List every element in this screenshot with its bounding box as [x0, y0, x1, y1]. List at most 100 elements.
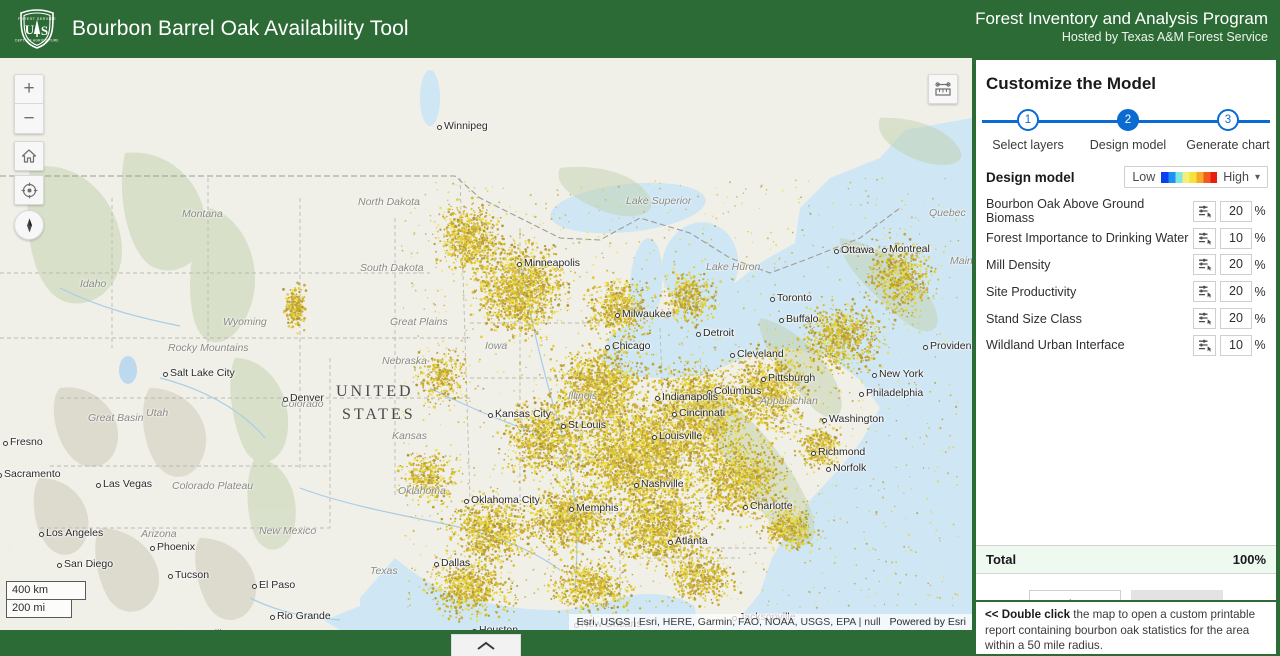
parameter-row: Stand Size Class20% — [986, 305, 1268, 332]
locate-button[interactable] — [14, 175, 44, 205]
map-city-label: Milwaukee — [622, 308, 672, 320]
total-label: Total — [986, 552, 1016, 567]
sliders-icon — [1198, 285, 1212, 298]
color-ramp-select[interactable]: Low High ▾ — [1124, 166, 1268, 188]
parameter-slider-button[interactable] — [1193, 201, 1216, 222]
measure-button[interactable] — [928, 74, 958, 104]
map-city-label: Memphis — [576, 502, 619, 514]
map-city-label: Dallas — [441, 557, 470, 569]
step-3-label: Generate chart — [1180, 138, 1276, 152]
parameter-slider-button[interactable] — [1193, 281, 1216, 302]
map-city-marker — [770, 297, 775, 302]
customize-model-panel: Customize the Model 1 Select layers 2 De… — [972, 58, 1280, 630]
map-region-label: Rocky Mountains — [168, 342, 249, 354]
map-city-marker — [826, 467, 831, 472]
parameter-value-input[interactable]: 20 — [1220, 254, 1252, 275]
map-city-label: Philadelphia — [866, 387, 923, 399]
map-region-label: Kansas — [392, 430, 427, 442]
map-city-marker — [779, 318, 784, 323]
map-city-label: Columbus — [714, 385, 761, 397]
map-city-marker — [150, 546, 155, 551]
step-3-dot[interactable]: 3 — [1217, 109, 1239, 131]
program-host: Hosted by Texas A&M Forest Service — [975, 29, 1268, 46]
usfs-shield-logo: FOREST SERVICE U S DEPT. OF AGRICULTURE — [14, 6, 60, 52]
map-city-marker — [57, 563, 62, 568]
map-city-marker — [672, 412, 677, 417]
step-generate-chart[interactable]: 3 Generate chart — [1180, 104, 1276, 152]
map-city-label: Tucson — [175, 569, 209, 581]
parameter-slider-button[interactable] — [1193, 335, 1216, 356]
design-model-label: Design model — [986, 170, 1075, 185]
compass-icon — [21, 217, 38, 234]
sliders-icon — [1198, 312, 1212, 325]
parameter-value-input[interactable]: 10 — [1220, 228, 1252, 249]
map-city-marker — [882, 248, 887, 253]
sliders-icon — [1198, 205, 1212, 218]
parameter-row: Wildland Urban Interface10% — [986, 332, 1268, 359]
parameter-value-input[interactable]: 10 — [1220, 335, 1252, 356]
map-city-marker — [668, 540, 673, 545]
map-region-label: Lake Huron — [706, 261, 760, 273]
app-title: Bourbon Barrel Oak Availability Tool — [72, 17, 409, 41]
parameter-unit: % — [1252, 338, 1268, 352]
sliders-icon — [1198, 339, 1212, 352]
map-city-label: Montreal — [889, 243, 930, 255]
map-city-label: Washington — [829, 413, 884, 425]
scale-imperial: 200 mi — [6, 600, 72, 618]
map-region-label: New Mexico — [259, 525, 316, 537]
step-2-dot[interactable]: 2 — [1117, 109, 1139, 131]
parameter-value-input[interactable]: 20 — [1220, 281, 1252, 302]
map-city-marker — [39, 532, 44, 537]
map-region-label: Quebec — [929, 207, 966, 219]
step-select-layers[interactable]: 1 Select layers — [980, 104, 1076, 152]
map-city-marker — [634, 483, 639, 488]
parameter-value-input[interactable]: 20 — [1220, 201, 1252, 222]
map-area[interactable]: MontanaNorth DakotaSouth DakotaIdahoWyom… — [0, 58, 972, 630]
model-parameter-list: Bourbon Oak Above Ground Biomass20%Fores… — [976, 192, 1276, 359]
parameter-label: Forest Importance to Drinking Water — [986, 231, 1193, 245]
panel-footer-note: << Double click the map to open a custom… — [972, 600, 1280, 656]
app-header: FOREST SERVICE U S DEPT. OF AGRICULTURE … — [0, 0, 1280, 58]
map-city-marker — [569, 507, 574, 512]
map-labels: MontanaNorth DakotaSouth DakotaIdahoWyom… — [0, 58, 972, 630]
map-city-label: Los Angeles — [46, 527, 103, 539]
map-city-marker — [923, 345, 928, 350]
map-region-label: Oklahoma — [398, 485, 446, 497]
parameter-label: Stand Size Class — [986, 312, 1193, 326]
header-program-info: Forest Inventory and Analysis Program Ho… — [975, 8, 1268, 46]
map-city-marker — [743, 505, 748, 510]
map-city-label: Sacramento — [4, 468, 61, 480]
map-city-marker — [605, 345, 610, 350]
map-region-label: Utah — [146, 407, 168, 419]
zoom-in-button[interactable]: + — [15, 75, 43, 104]
parameter-row: Site Productivity20% — [986, 278, 1268, 305]
svg-text:S: S — [41, 23, 48, 38]
zoom-controls[interactable]: + − — [14, 74, 44, 134]
collapse-panel-button[interactable] — [451, 634, 521, 656]
map-city-label: Toronto — [777, 292, 812, 304]
parameter-value-input[interactable]: 20 — [1220, 308, 1252, 329]
sliders-icon — [1198, 258, 1212, 271]
zoom-out-button[interactable]: − — [15, 104, 43, 133]
ramp-low-label: Low — [1132, 170, 1155, 184]
home-button[interactable] — [14, 141, 44, 171]
map-city-label: Denver — [290, 392, 324, 404]
map-city-label: Atlanta — [675, 535, 708, 547]
map-region-label: Appalachian — [760, 395, 818, 407]
step-design-model[interactable]: 2 Design model — [1080, 104, 1176, 152]
map-city-label: Rio Grande — [277, 610, 331, 622]
map-region-label: Wyoming — [223, 316, 267, 328]
map-city-label: Oklahoma City — [471, 494, 540, 506]
parameter-slider-button[interactable] — [1193, 308, 1216, 329]
parameter-slider-button[interactable] — [1193, 254, 1216, 275]
map-city-marker — [464, 499, 469, 504]
compass-button[interactable] — [14, 210, 44, 240]
parameter-slider-button[interactable] — [1193, 228, 1216, 249]
svg-text:U: U — [25, 22, 35, 37]
step-1-dot[interactable]: 1 — [1017, 109, 1039, 131]
map-city-label: Nashville — [641, 478, 684, 490]
parameter-row: Mill Density20% — [986, 252, 1268, 279]
map-city-label: St Louis — [568, 419, 606, 431]
map-region-label: Idaho — [80, 278, 106, 290]
map-region-label: Great Plains — [390, 316, 448, 328]
